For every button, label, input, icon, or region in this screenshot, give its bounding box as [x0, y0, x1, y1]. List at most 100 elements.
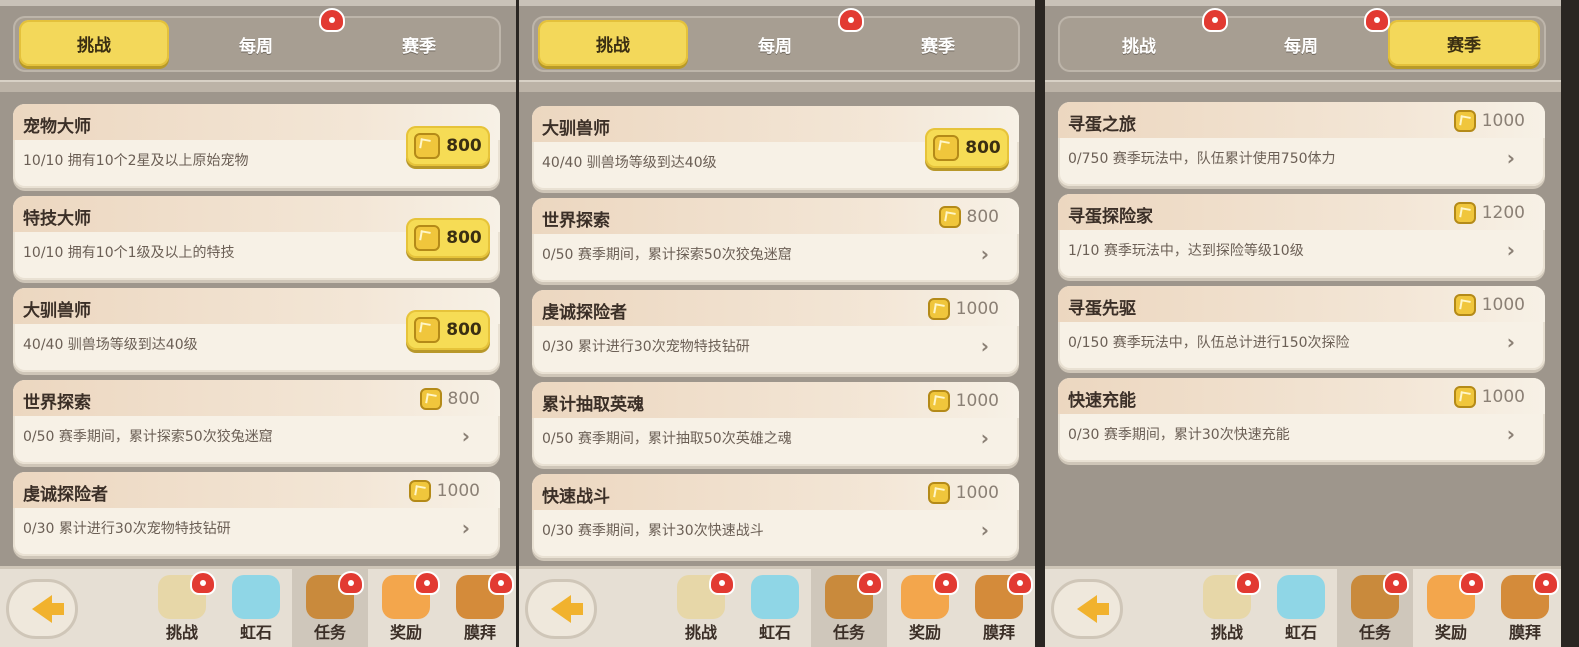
bottom-nav-label: 虹石 [239, 623, 272, 642]
tab-bar: 挑战 每周 赛季 [13, 16, 501, 72]
task-title: 寻蛋之旅 [1068, 115, 1136, 135]
claim-reward-button[interactable]: 800 [406, 310, 490, 350]
reward-info: 1000 [1453, 294, 1525, 316]
task-progress-desc: 0/30 赛季期间，累计30次快速战斗 [542, 523, 764, 539]
reward-amount: 1000 [436, 481, 480, 501]
back-arrow-icon [1077, 595, 1109, 623]
tab-season[interactable]: 赛季 [1388, 20, 1540, 66]
chevron-right-icon[interactable]: › [1507, 146, 1515, 170]
reward-amount: 800 [447, 389, 480, 409]
claim-reward-button[interactable]: 800 [925, 128, 1009, 168]
gem-coin-icon [419, 388, 442, 410]
chevron-right-icon[interactable]: › [981, 242, 989, 266]
chevron-right-icon[interactable]: › [981, 518, 989, 542]
bottom-nav-challenge[interactable]: 挑战 [1189, 569, 1265, 647]
bottom-nav-label: 任务 [832, 623, 865, 642]
tab-challenge[interactable]: 挑战 [1058, 16, 1220, 72]
task-progress-desc: 0/50 赛季期间，累计探索50次狡兔迷窟 [23, 429, 273, 445]
bottom-nav-rainbow-stone[interactable]: 虹石 [737, 569, 813, 647]
reward-info: 800 [938, 206, 999, 228]
bottom-nav-challenge[interactable]: 挑战 [663, 569, 739, 647]
claim-reward-button[interactable]: 800 [406, 218, 490, 258]
reward-amount: 800 [446, 136, 482, 156]
tab-weekly[interactable]: 每周 [694, 16, 856, 72]
claim-reward-button[interactable]: 800 [406, 126, 490, 166]
notification-bell-icon [190, 571, 216, 595]
task-progress-desc: 0/30 累计进行30次宠物特技钻研 [23, 521, 231, 537]
task-card: 寻蛋之旅 0/750 赛季玩法中，队伍累计使用750体力 1000 › [1058, 102, 1545, 186]
tab-season[interactable]: 赛季 [856, 16, 1020, 72]
task-card: 寻蛋探险家 1/10 赛季玩法中，达到探险等级10级 1200 › [1058, 194, 1545, 278]
gem-coin-icon [1453, 110, 1476, 132]
tab-weekly[interactable]: 每周 [1220, 16, 1382, 72]
task-title: 快速战斗 [542, 487, 610, 507]
task-title: 大驯兽师 [23, 301, 91, 321]
reward-amount: 1000 [955, 391, 999, 411]
task-title: 累计抽取英魂 [542, 395, 644, 415]
bottom-nav-label: 膜拜 [1508, 623, 1541, 642]
reward-amount: 1000 [1481, 111, 1525, 131]
bottom-nav-worship[interactable]: 膜拜 [961, 569, 1035, 647]
task-title: 寻蛋探险家 [1068, 207, 1153, 227]
notification-bell-icon [1007, 571, 1033, 595]
bottom-nav-bar: 挑战 虹石 任务 奖励 膜拜 [519, 566, 1035, 647]
bottom-nav-tasks[interactable]: 任务 [292, 569, 368, 647]
bottom-nav-worship[interactable]: 膜拜 [1487, 569, 1561, 647]
reward-amount: 800 [965, 138, 1001, 158]
notification-bell-icon [1533, 571, 1559, 595]
separator-ribbon [519, 80, 1035, 92]
tab-challenge[interactable]: 挑战 [19, 20, 169, 66]
bottom-nav-rewards[interactable]: 奖励 [368, 569, 444, 647]
back-arrow-icon [32, 595, 64, 623]
chevron-right-icon[interactable]: › [462, 516, 470, 540]
task-title: 虔诚探险者 [542, 303, 627, 323]
bottom-nav-tasks[interactable]: 任务 [1337, 569, 1413, 647]
tab-challenge[interactable]: 挑战 [538, 20, 688, 66]
task-card: 虔诚探险者 0/30 累计进行30次宠物特技钻研 1000 › [13, 472, 500, 556]
task-progress-desc: 0/750 赛季玩法中，队伍累计使用750体力 [1068, 151, 1336, 167]
reward-info: 800 [419, 388, 480, 410]
bottom-nav-rewards[interactable]: 奖励 [1413, 569, 1489, 647]
notification-bell-icon [414, 571, 440, 595]
back-button[interactable] [6, 579, 78, 639]
chevron-right-icon[interactable]: › [1507, 330, 1515, 354]
chevron-right-icon[interactable]: › [462, 424, 470, 448]
reward-info: 1200 [1453, 202, 1525, 224]
chevron-right-icon[interactable]: › [1507, 238, 1515, 262]
task-progress-desc: 0/30 累计进行30次宠物特技钻研 [542, 339, 750, 355]
task-title: 世界探索 [23, 393, 91, 413]
back-button[interactable] [525, 579, 597, 639]
panel-divider [516, 0, 519, 647]
chevron-right-icon[interactable]: › [1507, 422, 1515, 446]
tab-bar: 挑战 每周 赛季 [532, 16, 1020, 72]
rainbow-stone-icon [751, 575, 799, 619]
chevron-right-icon[interactable]: › [981, 426, 989, 450]
bottom-nav-rainbow-stone[interactable]: 虹石 [1263, 569, 1339, 647]
bottom-nav-worship[interactable]: 膜拜 [442, 569, 516, 647]
bottom-nav-label: 奖励 [1434, 623, 1467, 642]
task-card: 寻蛋先驱 0/150 赛季玩法中，队伍总计进行150次探险 1000 › [1058, 286, 1545, 370]
gem-coin-icon [408, 480, 431, 502]
reward-amount: 1000 [1481, 295, 1525, 315]
tab-weekly[interactable]: 每周 [175, 16, 337, 72]
bottom-nav-rewards[interactable]: 奖励 [887, 569, 963, 647]
reward-info: 1000 [408, 480, 480, 502]
gem-coin-icon [1453, 294, 1476, 316]
reward-amount: 800 [966, 207, 999, 227]
task-panel: 挑战 每周 赛季 寻蛋之旅 0/750 赛季玩法中，队伍累计使用750体力 1000 › 寻蛋… [1045, 0, 1561, 647]
tab-season[interactable]: 赛季 [337, 16, 501, 72]
reward-info: 1000 [1453, 386, 1525, 408]
bottom-nav-label: 虹石 [758, 623, 791, 642]
gem-coin-icon [938, 206, 961, 228]
tab-bar: 挑战 每周 赛季 [1058, 16, 1546, 72]
bottom-nav-tasks[interactable]: 任务 [811, 569, 887, 647]
chevron-right-icon[interactable]: › [981, 334, 989, 358]
bottom-nav-rainbow-stone[interactable]: 虹石 [218, 569, 294, 647]
task-progress-desc: 1/10 赛季玩法中，达到探险等级10级 [1068, 243, 1304, 259]
top-strip [0, 0, 516, 6]
task-progress-desc: 40/40 驯兽场等级到达40级 [23, 337, 198, 353]
gem-coin-icon [927, 390, 950, 412]
task-progress-desc: 10/10 拥有10个2星及以上原始宠物 [23, 153, 249, 169]
back-button[interactable] [1051, 579, 1123, 639]
bottom-nav-challenge[interactable]: 挑战 [144, 569, 220, 647]
